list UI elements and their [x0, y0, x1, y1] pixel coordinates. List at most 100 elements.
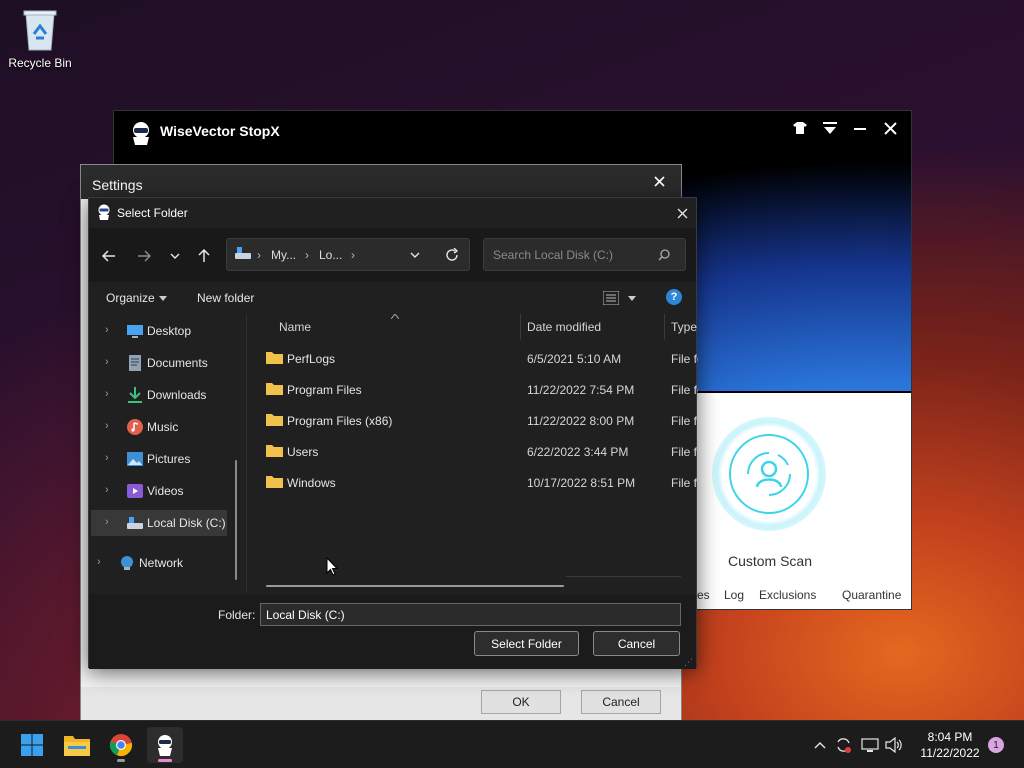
- tree-item-network[interactable]: › Network: [83, 550, 219, 576]
- settings-cancel-button[interactable]: Cancel: [581, 690, 661, 714]
- tree-item-videos[interactable]: › Videos: [91, 478, 227, 504]
- file-explorer-icon: [64, 736, 90, 756]
- folder-icon: [266, 382, 283, 395]
- tree-item-documents[interactable]: › Documents: [91, 350, 227, 376]
- settings-close-icon[interactable]: [647, 169, 671, 193]
- help-icon[interactable]: ?: [666, 289, 682, 305]
- back-arrow-icon[interactable]: [97, 244, 121, 268]
- tree-item-label: Network: [139, 556, 184, 570]
- custom-scan-button[interactable]: [712, 417, 826, 531]
- file-name: Windows: [287, 476, 336, 490]
- tree-item-downloads[interactable]: › Downloads: [91, 382, 227, 408]
- file-row[interactable]: Program Files (x86) 11/22/2022 8:00 PM F…: [259, 407, 698, 433]
- new-folder-button[interactable]: New folder: [197, 291, 254, 305]
- folder-icon: [266, 444, 283, 457]
- expand-chevron-icon[interactable]: ›: [105, 356, 109, 368]
- clock-date[interactable]: 11/22/2022: [918, 746, 982, 760]
- tree-item-desktop[interactable]: › Desktop: [91, 318, 227, 344]
- column-divider[interactable]: [664, 314, 665, 340]
- horizontal-scrollbar[interactable]: [266, 585, 564, 587]
- menu-icon[interactable]: [818, 116, 842, 140]
- pane-divider[interactable]: [246, 314, 247, 592]
- file-name: Users: [287, 445, 319, 459]
- tree-item-label: Desktop: [147, 324, 192, 338]
- refresh-icon[interactable]: [445, 248, 459, 262]
- expand-chevron-icon[interactable]: ›: [105, 324, 109, 336]
- expand-chevron-icon[interactable]: ›: [105, 452, 109, 464]
- select-folder-button[interactable]: Select Folder: [474, 631, 579, 656]
- file-name: Program Files: [287, 383, 362, 397]
- custom-scan-label[interactable]: Custom Scan: [697, 553, 843, 569]
- column-divider[interactable]: [520, 314, 521, 340]
- tree-item-pictures[interactable]: › Pictures: [91, 446, 227, 472]
- breadcrumb-my-pc[interactable]: My...: [271, 248, 296, 262]
- active-indicator: [158, 759, 172, 762]
- view-chevron-icon[interactable]: [628, 296, 636, 301]
- tree-scrollbar[interactable]: [235, 460, 237, 580]
- nav-item-exclusions[interactable]: Exclusions: [759, 588, 816, 602]
- expand-chevron-icon[interactable]: ›: [105, 516, 109, 528]
- view-options-icon[interactable]: [603, 291, 619, 305]
- start-button[interactable]: [14, 727, 50, 763]
- network-icon: [119, 555, 135, 571]
- wisevector-small-icon: [97, 204, 111, 220]
- nav-item-partial[interactable]: es: [697, 588, 710, 602]
- volume-icon[interactable]: [884, 735, 904, 755]
- folder-icon: [266, 413, 283, 426]
- nav-item-log[interactable]: Log: [724, 588, 744, 602]
- settings-titlebar: Settings: [81, 165, 681, 199]
- column-date-modified[interactable]: Date modified: [527, 320, 601, 334]
- recent-locations-chevron-icon[interactable]: [163, 244, 187, 268]
- organize-chevron-icon: [159, 296, 167, 301]
- taskbar: 8:04 PM 11/22/2022 1: [0, 720, 1024, 768]
- chrome-button[interactable]: [103, 727, 139, 763]
- notification-badge[interactable]: 1: [988, 737, 1004, 753]
- nav-item-quarantine[interactable]: Quarantine: [842, 588, 901, 602]
- column-name[interactable]: Name: [279, 320, 311, 334]
- minimize-icon[interactable]: [848, 116, 872, 140]
- file-row[interactable]: Program Files 11/22/2022 7:54 PM File fo…: [259, 376, 698, 402]
- file-date: 11/22/2022 7:54 PM: [527, 383, 635, 397]
- clock-time[interactable]: 8:04 PM: [918, 730, 982, 744]
- music-icon: [127, 419, 143, 435]
- file-row[interactable]: PerfLogs 6/5/2021 5:10 AM File folder: [259, 345, 698, 371]
- expand-chevron-icon[interactable]: ›: [105, 388, 109, 400]
- dialog-close-icon[interactable]: [671, 202, 693, 224]
- close-icon[interactable]: [878, 116, 902, 140]
- cancel-button[interactable]: Cancel: [593, 631, 680, 656]
- organize-button[interactable]: Organize: [106, 291, 155, 305]
- wisevector-taskbar-button[interactable]: [147, 727, 183, 763]
- tree-item-local-disk[interactable]: › Local Disk (C:): [91, 510, 227, 536]
- expand-chevron-icon[interactable]: ›: [105, 420, 109, 432]
- tree-item-music[interactable]: › Music: [91, 414, 227, 440]
- folder-icon: [266, 475, 283, 488]
- file-row[interactable]: Windows 10/17/2022 8:51 PM File folder: [259, 469, 698, 495]
- network-status-icon[interactable]: [860, 735, 880, 755]
- search-input[interactable]: Search Local Disk (C:): [483, 238, 686, 271]
- skin-icon[interactable]: [788, 116, 812, 140]
- address-dropdown-chevron-icon[interactable]: [410, 252, 420, 258]
- file-explorer-button[interactable]: [59, 727, 95, 763]
- folder-field[interactable]: [260, 603, 681, 626]
- file-date: 6/5/2021 5:10 AM: [527, 352, 622, 366]
- breadcrumb-separator: ›: [257, 248, 261, 262]
- column-type[interactable]: Type: [671, 320, 697, 334]
- resize-grip-icon[interactable]: ⋰: [684, 657, 693, 668]
- file-name: Program Files (x86): [287, 414, 393, 428]
- drive-icon: [127, 515, 143, 531]
- wisevector-bottom-nav: es Log Exclusions Quarantine: [697, 588, 911, 608]
- expand-chevron-icon[interactable]: ›: [97, 556, 101, 568]
- up-arrow-icon[interactable]: [192, 244, 216, 268]
- recycle-bin-desktop-icon[interactable]: Recycle Bin: [6, 8, 74, 70]
- sync-icon[interactable]: [834, 735, 854, 755]
- show-hidden-icons-chevron-icon[interactable]: [810, 735, 830, 755]
- breadcrumb-local-disk[interactable]: Lo...: [319, 248, 342, 262]
- forward-arrow-icon[interactable]: [132, 244, 156, 268]
- sort-ascending-icon: [391, 314, 399, 319]
- address-bar[interactable]: › My... › Lo... ›: [226, 238, 470, 271]
- expand-chevron-icon[interactable]: ›: [105, 484, 109, 496]
- settings-ok-button[interactable]: OK: [481, 690, 561, 714]
- file-row[interactable]: Users 6/22/2022 3:44 PM File folder: [259, 438, 698, 464]
- breadcrumb-separator: ›: [351, 248, 355, 262]
- scrollbar-track: [566, 576, 681, 577]
